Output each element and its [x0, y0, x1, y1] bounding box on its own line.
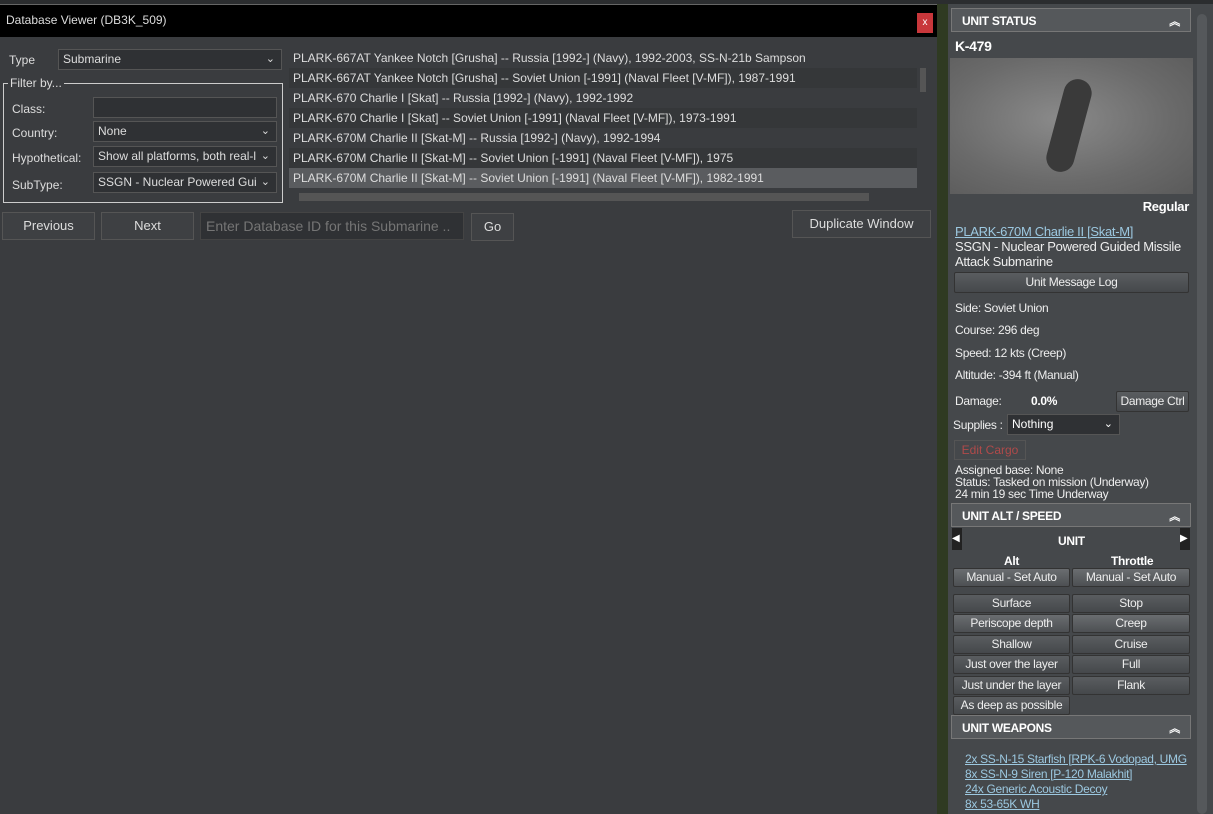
damage-ctrl-button[interactable]: Damage Ctrl — [1116, 391, 1189, 412]
alt-speed-title: UNIT ALT / SPEED — [962, 509, 1062, 523]
unit-photo — [950, 58, 1193, 194]
throttle-full-button[interactable]: Full — [1072, 655, 1190, 674]
class-input[interactable] — [93, 97, 277, 118]
class-label: Class: — [12, 102, 46, 116]
next-button[interactable]: Next — [101, 212, 194, 240]
next-unit-icon[interactable]: ▶ — [1180, 528, 1190, 550]
list-item-selected[interactable]: PLARK-670M Charlie II [Skat-M] -- Soviet… — [289, 168, 917, 188]
close-button[interactable]: x — [917, 13, 933, 33]
alt-over-layer-button[interactable]: Just over the layer — [953, 655, 1070, 674]
throttle-stop-button[interactable]: Stop — [1072, 594, 1190, 613]
hypothetical-label: Hypothetical: — [12, 151, 82, 165]
altitude-text: Altitude: -394 ft (Manual) — [955, 368, 1079, 382]
weapon-link[interactable]: 8x 53-65K WH — [965, 797, 1040, 811]
course-text: Course: 296 deg — [955, 323, 1040, 337]
alt-periscope-button[interactable]: Periscope depth — [953, 614, 1070, 633]
previous-button[interactable]: Previous — [2, 212, 95, 240]
database-viewer-window: Database Viewer (DB3K_509) x Type Submar… — [0, 4, 937, 814]
unit-panel: UNIT STATUS ︽ K-479 Regular PLARK-670M Ch… — [948, 4, 1213, 814]
supplies-value: Nothing — [1012, 417, 1054, 431]
throttle-label: Throttle — [1111, 554, 1154, 568]
weapon-link[interactable]: 8x SS-N-9 Siren [P-120 Malakhit] — [965, 767, 1132, 781]
alt-shallow-button[interactable]: Shallow — [953, 635, 1070, 654]
weapon-link[interactable]: 2x SS-N-15 Starfish [RPK-6 Vodopad, UMG — [965, 752, 1187, 766]
unit-message-log-button[interactable]: Unit Message Log — [954, 272, 1189, 293]
subtype-label: SubType: — [12, 178, 63, 192]
unit-status-title: UNIT STATUS — [962, 14, 1037, 28]
collapse-icon: ︽ — [1169, 511, 1180, 523]
country-value: None — [98, 124, 127, 138]
list-item[interactable]: PLARK-670 Charlie I [Skat] -- Soviet Uni… — [289, 108, 917, 128]
prev-unit-icon[interactable]: ◀ — [952, 528, 962, 550]
alt-speed-header[interactable]: UNIT ALT / SPEED ︽ — [951, 503, 1191, 527]
hypothetical-select[interactable]: Show all platforms, both real-l ⌄ — [93, 146, 277, 167]
map-strip — [937, 4, 948, 814]
alt-set-auto-button[interactable]: Manual - Set Auto — [953, 568, 1070, 587]
duplicate-window-button[interactable]: Duplicate Window — [792, 210, 931, 238]
weapons-header[interactable]: UNIT WEAPONS ︽ — [951, 715, 1191, 739]
unit-selector-label: UNIT — [1058, 534, 1085, 548]
list-item[interactable]: PLARK-667AT Yankee Notch [Grusha] -- Sov… — [289, 68, 917, 88]
unit-status-header[interactable]: UNIT STATUS ︽ — [951, 8, 1191, 32]
throttle-cruise-button[interactable]: Cruise — [1072, 635, 1190, 654]
supplies-label: Supplies : — [953, 418, 1003, 432]
type-label: Type — [9, 53, 36, 67]
panel-scrollbar[interactable] — [1197, 14, 1207, 814]
weapon-link[interactable]: 24x Generic Acoustic Decoy — [965, 782, 1108, 796]
side-text: Side: Soviet Union — [955, 301, 1049, 315]
alt-surface-button[interactable]: Surface — [953, 594, 1070, 613]
type-select[interactable]: Submarine ⌄ — [58, 49, 282, 70]
chevron-down-icon: ⌄ — [260, 125, 270, 137]
chevron-down-icon: ⌄ — [260, 176, 270, 188]
list-item[interactable]: PLARK-670 Charlie I [Skat] -- Russia [19… — [289, 88, 917, 108]
edit-cargo-button[interactable]: Edit Cargo — [954, 440, 1026, 460]
horizontal-scrollbar[interactable] — [299, 193, 869, 201]
subtype-value: SSGN - Nuclear Powered Gui — [98, 175, 257, 189]
throttle-flank-button[interactable]: Flank — [1072, 676, 1190, 695]
chevron-down-icon: ⌄ — [1103, 418, 1113, 430]
unit-subtype: SSGN - Nuclear Powered Guided Missile At… — [955, 239, 1181, 269]
database-id-input[interactable] — [200, 212, 464, 240]
damage-label: Damage: — [955, 394, 1002, 408]
type-value: Submarine — [63, 52, 122, 66]
time-underway: 24 min 19 sec Time Underway — [955, 487, 1109, 501]
throttle-set-auto-button[interactable]: Manual - Set Auto — [1072, 568, 1190, 587]
weapons-title: UNIT WEAPONS — [962, 721, 1052, 735]
country-label: Country: — [12, 126, 58, 140]
class-link[interactable]: PLARK-670M Charlie II [Skat-M] — [955, 224, 1133, 239]
alt-under-layer-button[interactable]: Just under the layer — [953, 676, 1070, 695]
platform-list: PLARK-667AT Yankee Notch [Grusha] -- Rus… — [289, 48, 926, 201]
list-item[interactable]: PLARK-670M Charlie II [Skat-M] -- Soviet… — [289, 148, 917, 168]
submarine-image — [1043, 75, 1095, 176]
alt-label: Alt — [1004, 554, 1020, 568]
filter-legend: Filter by... — [8, 76, 64, 90]
filter-group: Filter by... Class: Country: None ⌄ Hypot… — [3, 76, 283, 203]
vertical-scrollbar[interactable] — [920, 68, 926, 92]
unit-name: K-479 — [955, 38, 992, 54]
throttle-creep-button[interactable]: Creep — [1072, 614, 1190, 633]
hypothetical-value: Show all platforms, both real-l — [98, 149, 257, 163]
proficiency: Regular — [1142, 199, 1190, 214]
collapse-icon: ︽ — [1169, 723, 1180, 735]
subtype-select[interactable]: SSGN - Nuclear Powered Gui ⌄ — [93, 172, 277, 193]
chevron-down-icon: ⌄ — [260, 150, 270, 162]
damage-value: 0.0% — [1031, 394, 1058, 408]
country-select[interactable]: None ⌄ — [93, 121, 277, 142]
list-item[interactable]: PLARK-670M Charlie II [Skat-M] -- Russia… — [289, 128, 917, 148]
collapse-icon: ︽ — [1169, 16, 1180, 28]
go-button[interactable]: Go — [471, 213, 514, 241]
window-title: Database Viewer (DB3K_509) — [0, 5, 937, 37]
list-item[interactable]: PLARK-667AT Yankee Notch [Grusha] -- Rus… — [289, 48, 917, 68]
alt-deep-button[interactable]: As deep as possible — [953, 696, 1070, 715]
speed-text: Speed: 12 kts (Creep) — [955, 346, 1067, 360]
chevron-down-icon: ⌄ — [265, 53, 275, 65]
supplies-select[interactable]: Nothing ⌄ — [1007, 414, 1120, 435]
